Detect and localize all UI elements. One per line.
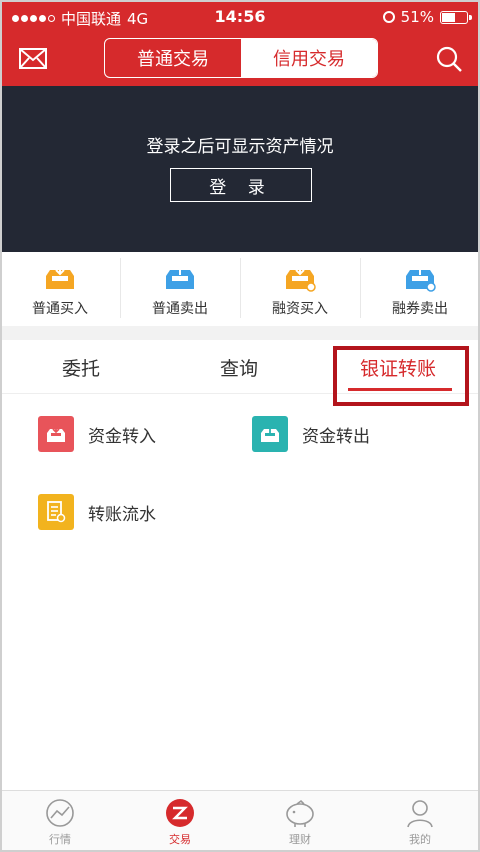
quick-action-label: 融券卖出 — [392, 301, 448, 317]
download-tray-icon — [286, 264, 316, 292]
transfer-history[interactable]: 转账流水 — [38, 494, 156, 530]
alarm-icon — [382, 11, 395, 23]
upload-tray-icon — [166, 262, 194, 289]
tab-query[interactable]: 查询 — [220, 354, 258, 381]
header-bar: 中国联通 4G 14:56 51% 普通交易 信用交易 — [0, 0, 480, 86]
tab-normal-trade[interactable]: 普通交易 — [105, 39, 241, 77]
quick-actions: 普通买入 普通卖出 融资买入 融券卖出 — [0, 252, 480, 326]
upload-tray-icon — [406, 262, 436, 292]
status-bar: 中国联通 4G 14:56 51% — [0, 0, 480, 34]
download-tray-icon — [46, 264, 74, 289]
search-icon[interactable] — [434, 44, 464, 74]
trade-mode-switch: 普通交易 信用交易 — [104, 38, 378, 78]
section-divider — [0, 326, 480, 340]
quick-action-label: 融资买入 — [272, 301, 328, 317]
piggy-bank-icon — [286, 799, 314, 827]
fund-item-label: 资金转出 — [302, 426, 370, 447]
quick-action-short-sell[interactable]: 融券卖出 — [360, 252, 480, 326]
bottom-tab-market[interactable]: 行情 — [0, 791, 120, 852]
mail-icon[interactable] — [18, 46, 48, 72]
battery-icon — [440, 10, 472, 24]
tab-credit-trade[interactable]: 信用交易 — [241, 39, 377, 77]
bottom-tab-label: 交易 — [169, 833, 191, 846]
battery-percent: 51% — [400, 8, 434, 26]
bottom-tab-label: 我的 — [409, 833, 431, 846]
fund-transfer-in[interactable]: 资金转入 — [38, 416, 156, 452]
quick-action-label: 普通卖出 — [152, 301, 208, 317]
document-list-icon — [38, 494, 74, 530]
quick-action-normal-sell[interactable]: 普通卖出 — [120, 252, 240, 326]
bottom-tab-trade[interactable]: 交易 — [120, 791, 240, 852]
trade-icon — [166, 799, 194, 827]
bottom-tab-label: 理财 — [289, 833, 311, 846]
quick-action-normal-buy[interactable]: 普通买入 — [0, 252, 120, 326]
bottom-tab-bar: 行情 交易 理财 我的 — [0, 790, 480, 852]
transfer-in-icon — [38, 416, 74, 452]
fund-item-label: 转账流水 — [88, 504, 156, 525]
login-hint: 登录之后可显示资产情况 — [146, 137, 334, 157]
quick-action-margin-buy[interactable]: 融资买入 — [240, 252, 360, 326]
fund-item-label: 资金转入 — [88, 426, 156, 447]
transfer-out-icon — [252, 416, 288, 452]
login-button[interactable]: 登 录 — [170, 168, 312, 202]
fund-transfer-out[interactable]: 资金转出 — [252, 416, 370, 452]
top-nav: 普通交易 信用交易 — [0, 34, 480, 86]
chart-icon — [46, 799, 74, 827]
highlight-box — [333, 346, 469, 406]
bottom-tab-wealth[interactable]: 理财 — [240, 791, 360, 852]
bottom-tab-mine[interactable]: 我的 — [360, 791, 480, 852]
person-icon — [407, 800, 433, 828]
tab-entrust[interactable]: 委托 — [62, 354, 100, 381]
login-banner: 登录之后可显示资产情况 登 录 — [0, 86, 480, 252]
quick-action-label: 普通买入 — [32, 301, 88, 317]
bottom-tab-label: 行情 — [49, 833, 71, 846]
